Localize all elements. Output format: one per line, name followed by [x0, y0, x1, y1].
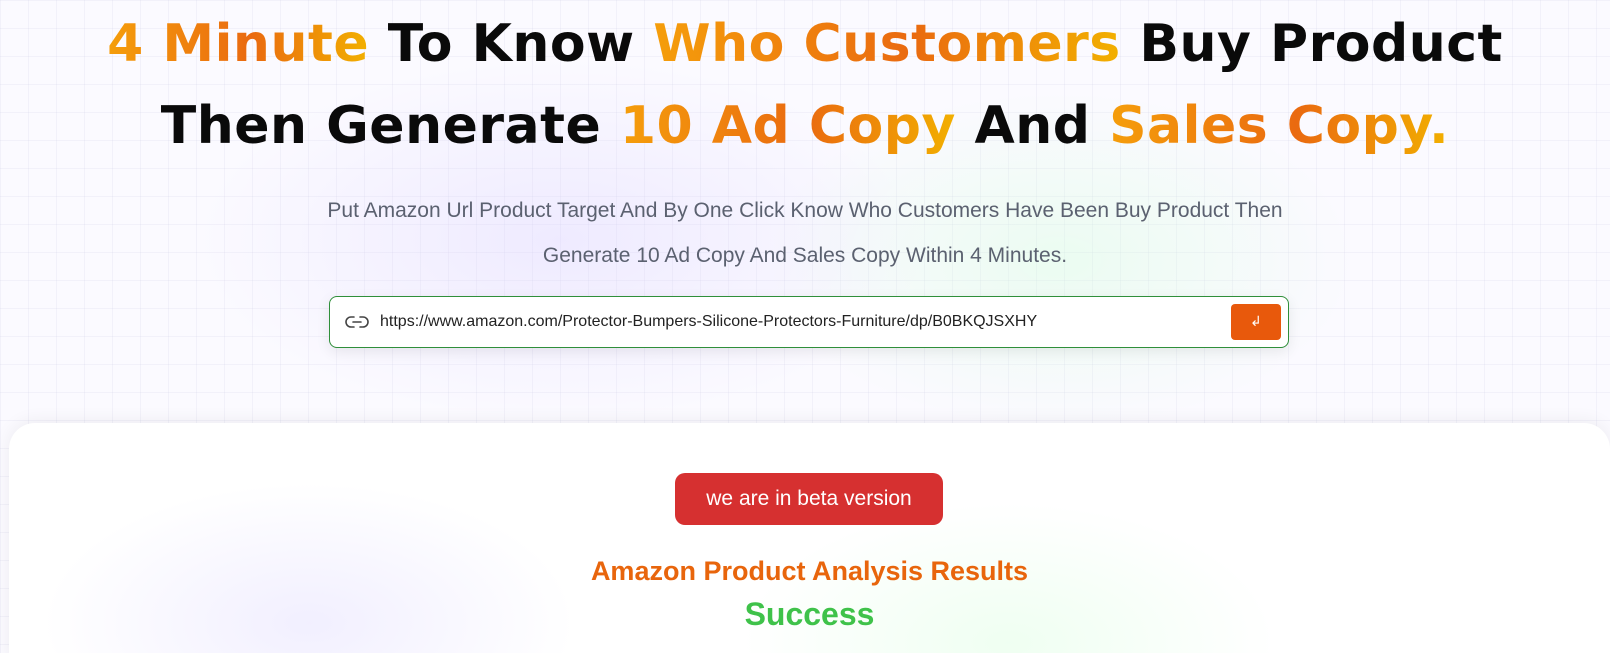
results-title: Amazon Product Analysis Results — [590, 556, 1029, 586]
headline-line-1: 4 Minute To Know Who Customers Buy Produ… — [0, 14, 1610, 74]
headline-highlight: Sales Copy. — [1109, 96, 1450, 156]
submit-button[interactable]: ↲ — [1231, 304, 1281, 340]
results-card: we are in beta version Amazon Product An… — [9, 423, 1610, 653]
headline-text: To Know — [369, 14, 654, 74]
headline-text: Buy Product — [1120, 14, 1503, 74]
headline-highlight: Who Customers — [653, 14, 1121, 74]
link-icon — [344, 315, 370, 329]
headline-text: And — [955, 96, 1110, 156]
headline-highlight: 10 Ad Copy — [619, 96, 956, 156]
analysis-status: Success — [744, 596, 875, 632]
beta-version-badge: we are in beta version — [675, 473, 943, 525]
hero-subtitle: Put Amazon Url Product Target And By One… — [327, 199, 1283, 267]
amazon-url-search-bar: ↲ — [329, 296, 1289, 348]
enter-icon: ↲ — [1250, 314, 1262, 330]
hero-section: 4 Minute To Know Who Customers Buy Produ… — [0, 0, 1610, 420]
headline-line-2: Then Generate 10 Ad Copy And Sales Copy. — [0, 96, 1610, 156]
headline-text: Then Generate — [160, 96, 620, 156]
headline-highlight: 4 Minute — [107, 14, 370, 74]
amazon-url-input[interactable] — [380, 297, 1231, 347]
